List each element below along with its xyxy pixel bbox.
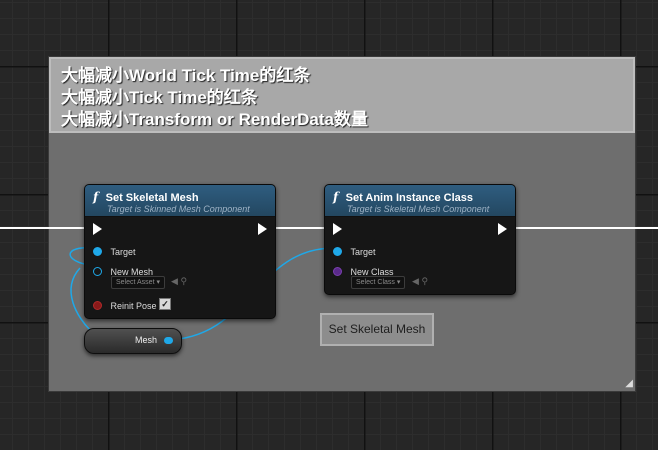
reinit-pose-checkbox[interactable]: ✓ <box>159 298 171 310</box>
node-subtitle: Target is Skeletal Mesh Component <box>347 204 490 214</box>
checkmark-icon: ✓ <box>161 299 169 309</box>
node-title: Set Skeletal Mesh <box>105 192 199 204</box>
pin-label: Target <box>350 246 376 257</box>
object-pin-icon[interactable] <box>164 337 173 344</box>
comment-line-2: 大幅减小Tick Time的红条 <box>61 88 258 107</box>
select-asset-dropdown[interactable]: Select Asset ▾ <box>111 276 165 289</box>
node-body: Target New Class Select Class ▾ ◀ ⚲ <box>325 217 515 294</box>
node-set-skeletal-mesh[interactable]: f Set Skeletal Mesh Target is Skinned Me… <box>84 184 276 319</box>
comment-line-3: 大幅减小Transform or RenderData数量 <box>61 110 368 129</box>
pin-target[interactable]: Target <box>333 243 375 257</box>
class-aux-icons: ◀ ⚲ <box>412 276 428 287</box>
node-header[interactable]: f Set Skeletal Mesh Target is Skinned Me… <box>85 185 275 217</box>
node-header[interactable]: f Set Anim Instance Class Target is Skel… <box>325 185 515 217</box>
search-icon[interactable]: ⚲ <box>421 276 428 286</box>
function-icon: f <box>333 190 339 204</box>
node-body: Target New Mesh Select Asset ▾ ◀ ⚲ Reini… <box>85 217 275 318</box>
select-asset-label: Select Asset <box>116 279 155 286</box>
arrow-left-icon[interactable]: ◀ <box>412 276 419 286</box>
arrow-left-icon[interactable]: ◀ <box>171 276 178 286</box>
comment-header[interactable]: 大幅减小World Tick Time的红条 大幅减小Tick Time的红条 … <box>49 57 635 133</box>
exec-out-pin[interactable] <box>498 223 507 235</box>
node-subtitle: Target is Skinned Mesh Component <box>107 204 250 214</box>
exec-in-pin[interactable] <box>93 223 102 235</box>
pin-label: Reinit Pose <box>110 300 157 311</box>
asset-aux-icons: ◀ ⚲ <box>171 276 187 287</box>
exec-out-pin[interactable] <box>258 223 267 235</box>
pin-target[interactable]: Target <box>93 243 135 257</box>
pin-label: Target <box>110 246 136 257</box>
comment-line-1: 大幅减小World Tick Time的红条 <box>61 66 311 85</box>
node-title: Set Anim Instance Class <box>345 192 473 204</box>
object-pin-icon[interactable] <box>93 267 102 277</box>
object-pin-icon[interactable] <box>93 247 102 257</box>
chevron-down-icon: ▾ <box>156 279 160 286</box>
class-pin-icon[interactable] <box>333 267 342 277</box>
chevron-down-icon: ▾ <box>396 279 401 286</box>
pin-new-mesh[interactable]: New Mesh <box>93 263 153 277</box>
select-class-label: Select Class <box>356 279 395 286</box>
bool-pin-icon[interactable] <box>93 301 102 311</box>
object-pin-icon[interactable] <box>333 247 342 257</box>
set-skeletal-mesh-button[interactable]: Set Skeletal Mesh <box>320 313 434 346</box>
pin-new-class[interactable]: New Class <box>333 263 393 277</box>
node-set-anim-instance-class[interactable]: f Set Anim Instance Class Target is Skel… <box>324 184 516 295</box>
search-icon[interactable]: ⚲ <box>180 276 187 286</box>
select-class-dropdown[interactable]: Select Class ▾ <box>351 276 406 289</box>
pin-reinit-pose[interactable]: Reinit Pose <box>93 297 156 311</box>
mesh-variable-node[interactable]: Mesh <box>84 328 182 354</box>
exec-in-pin[interactable] <box>333 223 342 235</box>
function-icon: f <box>93 190 99 204</box>
resize-grip-icon[interactable]: ◢ <box>623 379 633 389</box>
variable-label: Mesh <box>134 335 157 345</box>
